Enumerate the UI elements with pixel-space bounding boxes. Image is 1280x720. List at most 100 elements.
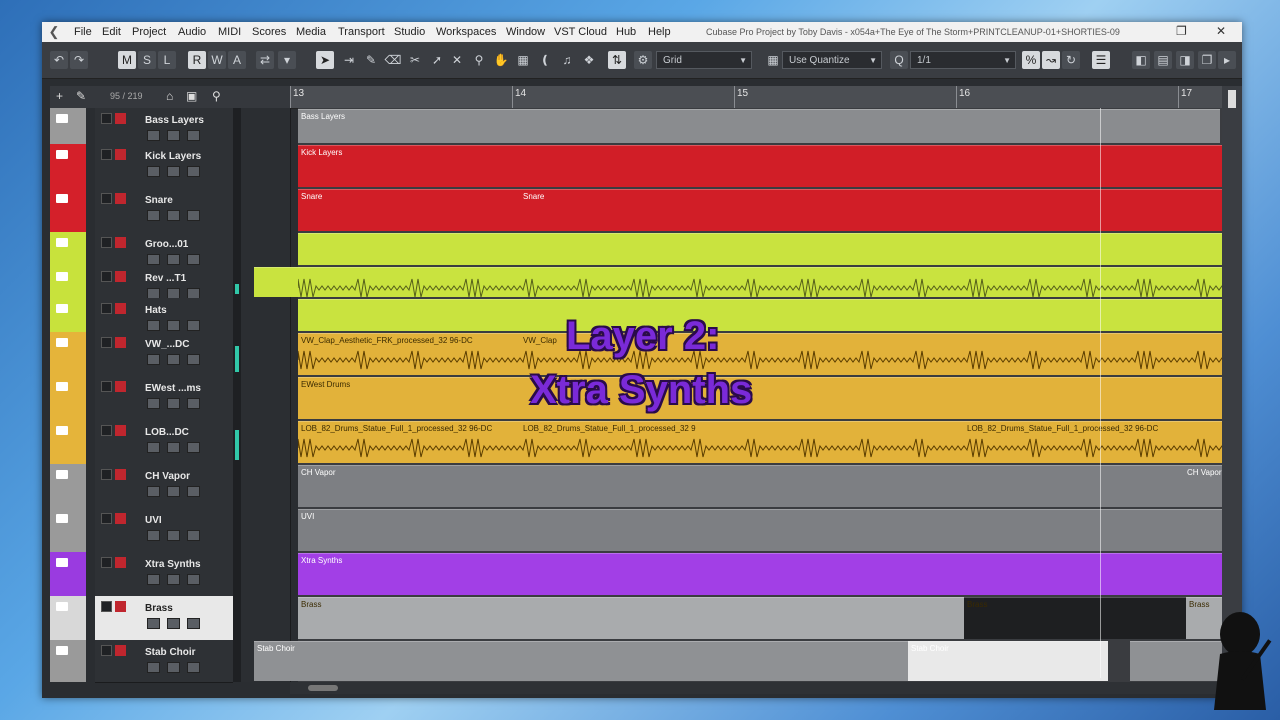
undo-icon[interactable]: ↶ [50,51,68,69]
write-automation-button[interactable]: W [208,51,226,69]
range-tool-icon[interactable]: ⇥ [340,51,358,69]
monitor-button[interactable] [147,354,160,365]
write-button[interactable] [187,130,200,141]
menu-midi[interactable]: MIDI [218,26,241,38]
timeline-ruler[interactable]: 13 14 15 16 17 [290,86,1222,109]
event-part[interactable]: Bass Layers [298,109,1220,143]
record-enable-button[interactable] [115,237,126,248]
track-name[interactable]: UVI [145,515,162,526]
lower-zone-icon[interactable]: ▤ [1154,51,1172,69]
comp-tool-icon[interactable]: ▦ [514,51,532,69]
write-button[interactable] [187,254,200,265]
event-part[interactable] [298,233,1230,265]
menu-edit[interactable]: Edit [102,26,121,38]
track-header[interactable]: Xtra Synths [95,552,233,597]
event-part[interactable] [298,299,1230,331]
monitor-button[interactable] [147,210,160,221]
monitor-button[interactable] [147,486,160,497]
read-button[interactable] [167,574,180,585]
percent-icon[interactable]: % [1022,51,1040,69]
track-name[interactable]: EWest ...ms [145,383,201,394]
write-button[interactable] [187,662,200,673]
mute-button[interactable] [101,113,112,124]
track-header[interactable]: EWest ...ms [95,376,233,421]
menu-audio[interactable]: Audio [178,26,206,38]
read-automation-button[interactable]: R [188,51,206,69]
solo-mode-button[interactable]: S [138,51,156,69]
read-button[interactable] [167,442,180,453]
read-button[interactable] [167,130,180,141]
record-enable-button[interactable] [115,557,126,568]
menu-window[interactable]: Window [506,26,545,38]
mute-button[interactable] [101,337,112,348]
event-lane[interactable]: VW_Clap_Aesthetic_FRK_processed_32 96-DC… [298,332,1230,376]
folder-icon[interactable] [56,514,68,523]
close-icon[interactable]: ✕ [1216,24,1226,38]
event-part[interactable]: Stab Choir [254,641,908,681]
track-name[interactable]: Kick Layers [145,151,201,162]
event-lane[interactable] [298,232,1230,266]
track-name[interactable]: Brass [145,603,173,614]
event-lane[interactable]: Bass Layers [298,108,1230,144]
record-enable-button[interactable] [115,425,126,436]
chevron-down-icon[interactable]: ▾ [278,51,296,69]
event-lane[interactable]: Snare Snare [298,188,1230,232]
scroll-thumb[interactable] [308,685,338,691]
record-enable-button[interactable] [115,303,126,314]
track-name[interactable]: Rev ...T1 [145,273,186,284]
folder-icon[interactable] [56,304,68,313]
write-button[interactable] [187,486,200,497]
event-part[interactable]: Xtra Synths [298,553,1230,595]
search-icon[interactable]: ⚲ [212,89,221,103]
folder-icon[interactable] [56,470,68,479]
erase-tool-icon[interactable]: ⌫ [384,51,402,69]
track-header[interactable]: Groo...01 [95,232,233,267]
event-part[interactable]: CH Vapor [298,465,1184,507]
mute-button[interactable] [101,237,112,248]
more-icon[interactable]: ▸ [1218,51,1236,69]
mute-button[interactable] [101,271,112,282]
record-enable-button[interactable] [115,193,126,204]
folder-icon[interactable] [56,382,68,391]
event-lane[interactable] [298,298,1230,332]
menu-help[interactable]: Help [648,26,671,38]
record-enable-button[interactable] [115,113,126,124]
folder-icon[interactable] [56,602,68,611]
write-button[interactable] [187,166,200,177]
folder-icon[interactable] [56,238,68,247]
event-lane[interactable]: Xtra Synths [298,552,1230,596]
read-button[interactable] [167,662,180,673]
quantize-icon[interactable]: Q [890,51,908,69]
event-part[interactable]: UVI [298,509,1230,551]
track-name[interactable]: Xtra Synths [145,559,201,570]
track-name[interactable]: Stab Choir [145,647,196,658]
hand-tool-icon[interactable]: ✋ [492,51,510,69]
event-lane[interactable]: EWest Drums [298,376,1230,420]
folder-icon[interactable] [56,338,68,347]
monitor-button[interactable] [147,442,160,453]
track-name[interactable]: Groo...01 [145,239,188,250]
event-part[interactable]: Stab Choir [908,641,1108,681]
track-header[interactable]: LOB...DC [95,420,233,465]
menu-project[interactable]: Project [132,26,166,38]
line-tool-icon[interactable]: ❪ [536,51,554,69]
restore-icon[interactable]: ❐ [1176,24,1187,38]
mute-button[interactable] [101,557,112,568]
reset-quantize-icon[interactable]: ↻ [1062,51,1080,69]
event-lane[interactable]: Stab Choir Stab Choir [254,640,1230,682]
write-button[interactable] [187,574,200,585]
horizontal-scrollbar[interactable] [290,682,1222,694]
vertical-scrollbar[interactable] [1222,86,1242,698]
home-icon[interactable]: ⌂ [166,89,173,103]
track-color-strip[interactable] [50,232,86,266]
track-color-strip[interactable] [50,298,86,332]
visibility-icon[interactable]: ▣ [186,89,197,103]
event-part[interactable]: Kick Layers [298,145,1230,187]
track-header[interactable]: Snare [95,188,233,233]
folder-icon[interactable] [56,194,68,203]
menu-studio[interactable]: Studio [394,26,425,38]
snap-type-dropdown[interactable]: Grid ▼ [656,51,752,69]
read-button[interactable] [167,486,180,497]
mute-button[interactable] [101,381,112,392]
track-name[interactable]: Snare [145,195,173,206]
